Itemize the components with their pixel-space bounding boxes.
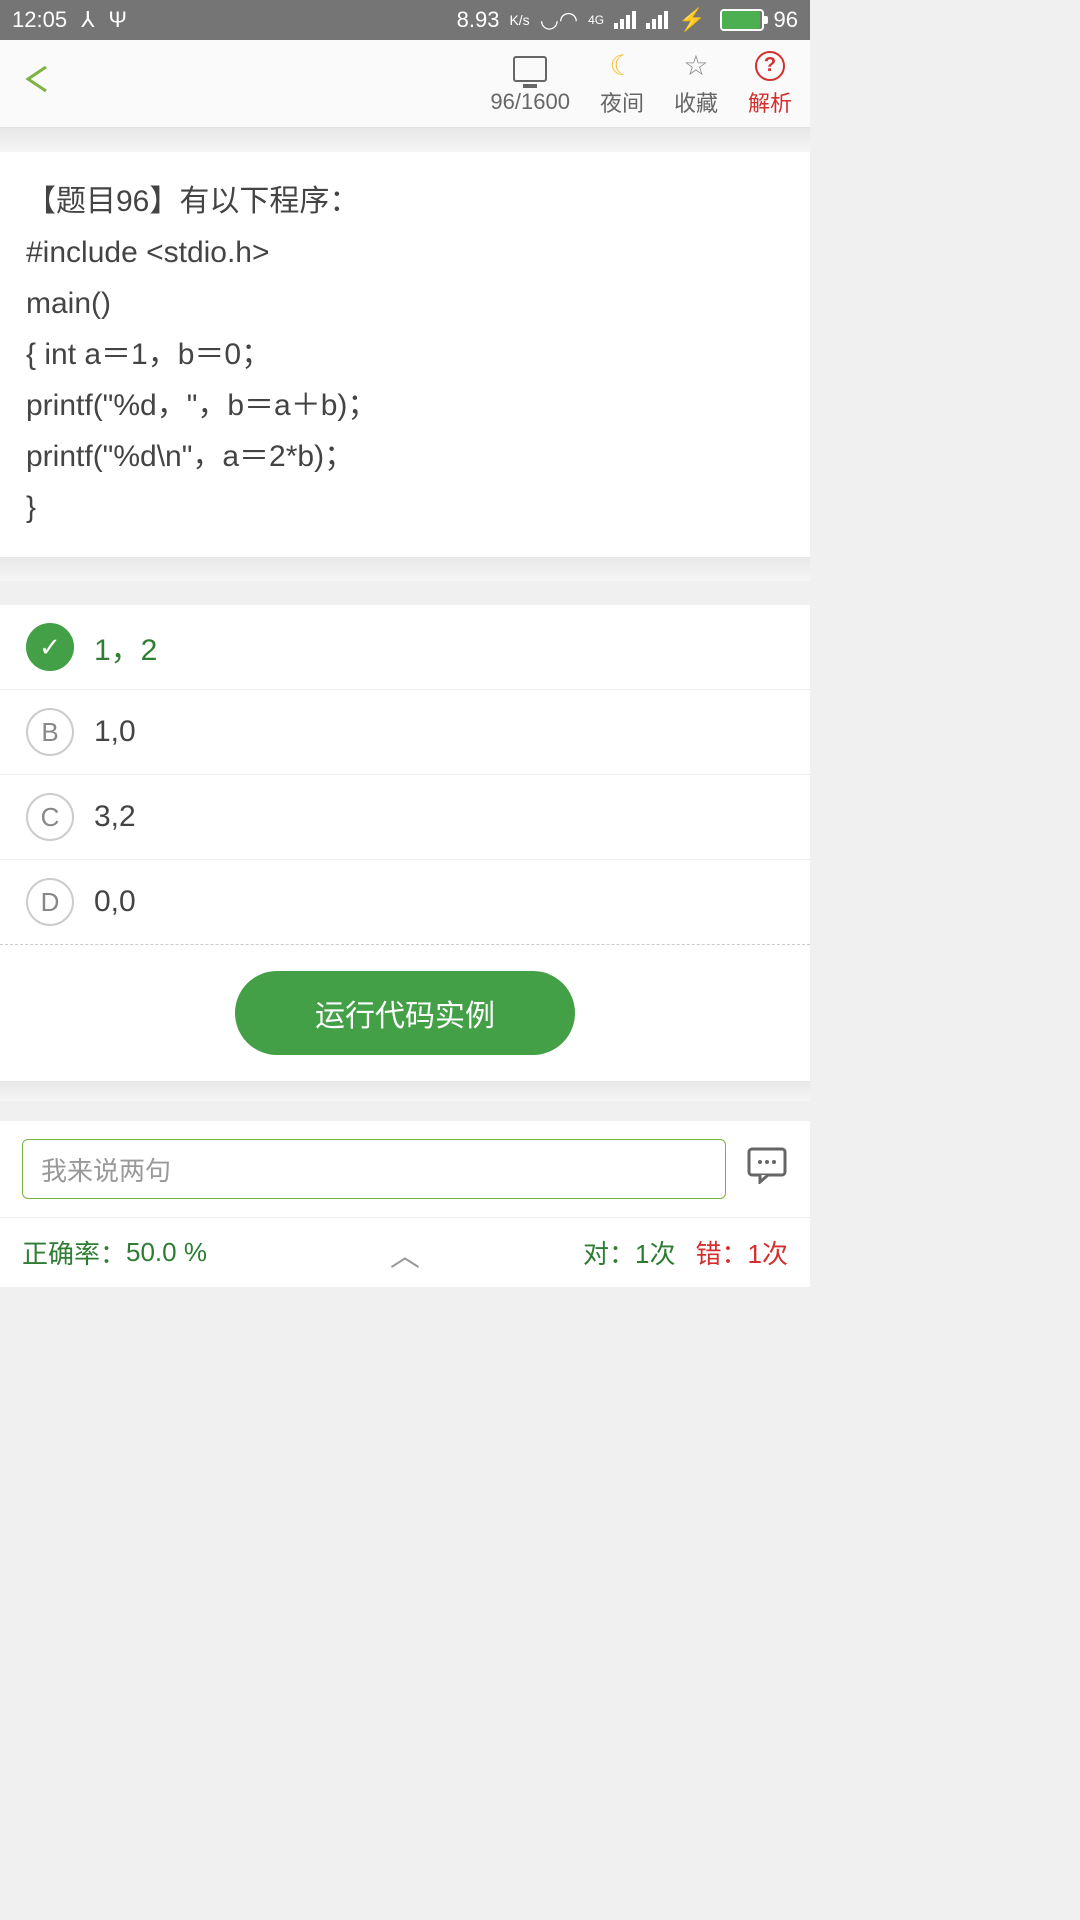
accuracy-value: 50.0 % [126, 1237, 207, 1268]
star-icon: ☆ [683, 50, 708, 82]
option-text: 0,0 [94, 885, 136, 919]
check-icon: ✓ [26, 623, 74, 671]
question-panel: 【题目96】有以下程序： #include <stdio.h> main() {… [0, 152, 810, 557]
analysis-button[interactable]: ? 解析 [748, 50, 792, 118]
progress-indicator[interactable]: 96/1600 [490, 53, 570, 115]
correct-stat: 对：1次 [583, 1234, 675, 1271]
code-line: printf("%d\n"，a＝2*b)； [26, 431, 784, 482]
night-mode-button[interactable]: ☾ 夜间 [600, 50, 644, 118]
option-b[interactable]: B 1,0 [0, 690, 810, 775]
analysis-label: 解析 [748, 86, 792, 118]
wifi-icon: ◡◠ [540, 7, 578, 33]
comment-icon[interactable] [746, 1146, 788, 1193]
signal-icon-2 [646, 11, 668, 29]
comment-placeholder: 我来说两句 [41, 1151, 171, 1188]
battery-percent: 96 [774, 7, 798, 33]
option-letter: C [26, 793, 74, 841]
code-line: main() [26, 278, 784, 329]
stats-bar[interactable]: 正确率： 50.0 % ︿ 对：1次 错：1次 [0, 1217, 810, 1287]
favorite-label: 收藏 [674, 86, 718, 118]
code-line: printf("%d，"，b＝a＋b)； [26, 380, 784, 431]
moon-icon: ☾ [609, 50, 634, 82]
question-title: 【题目96】有以下程序： [26, 176, 784, 227]
favorite-button[interactable]: ☆ 收藏 [674, 50, 718, 118]
option-c[interactable]: C 3,2 [0, 775, 810, 860]
progress-label: 96/1600 [490, 89, 570, 115]
comment-input[interactable]: 我来说两句 [22, 1139, 726, 1199]
help-icon: ? [755, 51, 785, 81]
option-a[interactable]: ✓ 1，2 [0, 605, 810, 690]
code-line: #include <stdio.h> [26, 227, 784, 278]
wrong-stat: 错：1次 [696, 1234, 788, 1271]
chevron-up-icon: ︿ [390, 1231, 420, 1275]
status-time: 12:05 [12, 7, 67, 33]
divider [0, 557, 810, 581]
battery-icon [720, 9, 764, 31]
monitor-icon [513, 56, 547, 82]
night-label: 夜间 [600, 86, 644, 118]
status-speed-unit: K/s [509, 12, 529, 28]
options-list: ✓ 1，2 B 1,0 C 3,2 D 0,0 [0, 605, 810, 945]
option-text: 1，2 [94, 625, 157, 669]
toolbar: 96/1600 ☾ 夜间 ☆ 收藏 ? 解析 [0, 40, 810, 128]
divider [0, 128, 810, 152]
option-letter: D [26, 878, 74, 926]
divider [0, 1081, 810, 1101]
net-4g: 4G [588, 13, 604, 27]
code-line: } [26, 482, 784, 533]
option-letter: B [26, 708, 74, 756]
accuracy-label: 正确率： [22, 1234, 126, 1271]
run-code-button[interactable]: 运行代码实例 [235, 971, 575, 1055]
tethering-icon: ⅄ [81, 7, 94, 33]
charging-icon: ⚡ [678, 7, 705, 33]
code-line: { int a＝1，b＝0； [26, 329, 784, 380]
option-text: 3,2 [94, 800, 136, 834]
option-d[interactable]: D 0,0 [0, 860, 810, 945]
signal-icon-1 [614, 11, 636, 29]
comment-section: 我来说两句 [0, 1121, 810, 1217]
status-speed: 8.93 [457, 7, 500, 33]
status-bar: 12:05 ⅄ Ψ 8.93 K/s ◡◠ 4G ⚡ 96 [0, 0, 810, 40]
run-button-container: 运行代码实例 [0, 945, 810, 1081]
option-text: 1,0 [94, 715, 136, 749]
back-button[interactable] [18, 59, 58, 109]
usb-icon: Ψ [109, 7, 127, 33]
